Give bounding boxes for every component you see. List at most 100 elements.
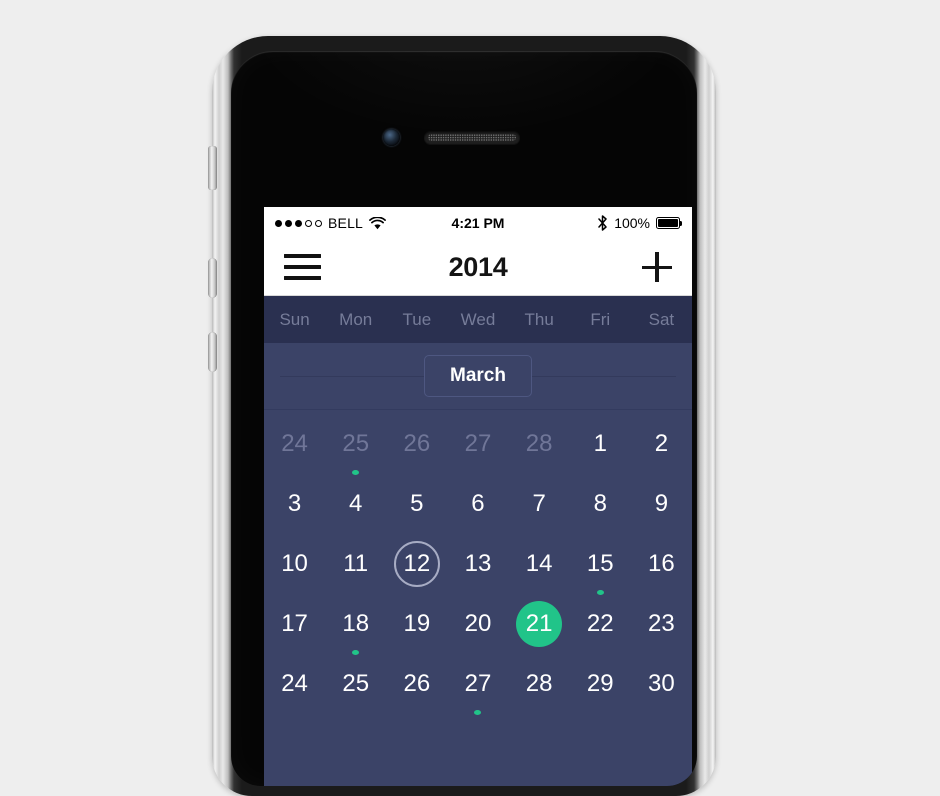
calendar-day-number: 26 bbox=[403, 430, 431, 457]
phone-front-face: BELL 4:21 PM 100% 2014 Sun Mon Tue Wed T… bbox=[231, 51, 697, 786]
calendar-day-number: 23 bbox=[648, 610, 675, 637]
calendar-day-cell[interactable]: 2 bbox=[631, 415, 692, 475]
calendar-day-number: 11 bbox=[343, 550, 369, 577]
hamburger-menu-icon[interactable] bbox=[284, 254, 321, 280]
month-label[interactable]: March bbox=[424, 355, 532, 397]
calendar-day-number: 12 bbox=[393, 541, 440, 587]
calendar-day-number: 9 bbox=[654, 490, 669, 517]
status-bar: BELL 4:21 PM 100% bbox=[264, 207, 692, 239]
calendar-week-row: 24 25 26 27 28 29 30 bbox=[264, 655, 692, 715]
calendar-day-number: 29 bbox=[586, 670, 614, 697]
calendar-day-cell[interactable]: 24 bbox=[264, 415, 325, 475]
volume-up-button[interactable] bbox=[208, 258, 217, 298]
calendar-day-cell[interactable]: 20 bbox=[447, 595, 508, 655]
wifi-icon bbox=[369, 216, 387, 229]
calendar-day-number: 28 bbox=[525, 670, 553, 697]
calendar-day-cell[interactable]: 28 bbox=[509, 655, 570, 715]
weekday-header: Sun Mon Tue Wed Thu Fri Sat bbox=[264, 296, 692, 343]
calendar-day-cell[interactable]: 29 bbox=[570, 655, 631, 715]
calendar-day-cell[interactable]: 13 bbox=[447, 535, 508, 595]
calendar-day-cell[interactable]: 14 bbox=[509, 535, 570, 595]
battery-percent-label: 100% bbox=[614, 215, 650, 231]
calendar-day-cell[interactable]: 19 bbox=[386, 595, 447, 655]
calendar-week-row: 17 18 19 20 21 22 23 bbox=[264, 595, 692, 655]
calendar-day-number: 19 bbox=[403, 610, 431, 637]
calendar-day-cell[interactable]: 30 bbox=[631, 655, 692, 715]
calendar-day-number: 22 bbox=[586, 610, 614, 637]
calendar-day-cell[interactable]: 27 bbox=[447, 415, 508, 475]
front-camera-icon bbox=[383, 129, 400, 146]
calendar-day-cell[interactable]: 15 bbox=[570, 535, 631, 595]
weekday-label-tue: Tue bbox=[402, 309, 432, 329]
calendar-day-cell[interactable]: 23 bbox=[631, 595, 692, 655]
calendar-day-number: 27 bbox=[464, 670, 492, 697]
calendar-day-number: 20 bbox=[464, 610, 492, 637]
phone-device: BELL 4:21 PM 100% 2014 Sun Mon Tue Wed T… bbox=[208, 36, 716, 796]
calendar-day-number: 25 bbox=[342, 670, 370, 697]
calendar-day-cell[interactable]: 7 bbox=[509, 475, 570, 535]
calendar-day-cell[interactable]: 5 bbox=[386, 475, 447, 535]
calendar-day-cell[interactable]: 9 bbox=[631, 475, 692, 535]
calendar-day-number: 26 bbox=[403, 670, 431, 697]
calendar-day-number: 1 bbox=[593, 430, 607, 457]
calendar-day-cell[interactable]: 11 bbox=[325, 535, 386, 595]
calendar-day-number: 30 bbox=[648, 670, 675, 697]
calendar-day-number: 3 bbox=[287, 490, 302, 517]
phone-screen: BELL 4:21 PM 100% 2014 Sun Mon Tue Wed T… bbox=[264, 207, 692, 786]
calendar-day-cell[interactable]: 17 bbox=[264, 595, 325, 655]
calendar-day-number: 10 bbox=[281, 550, 308, 577]
calendar-day-cell[interactable]: 10 bbox=[264, 535, 325, 595]
calendar-day-cell[interactable]: 8 bbox=[570, 475, 631, 535]
calendar-day-cell[interactable]: 4 bbox=[325, 475, 386, 535]
calendar-day-cell[interactable]: 12 bbox=[386, 535, 447, 595]
calendar-day-number: 5 bbox=[410, 490, 424, 517]
signal-strength-icon bbox=[275, 219, 322, 227]
calendar-day-number: 4 bbox=[349, 490, 363, 517]
calendar-week-row: 10 11 12 13 14 15 16 bbox=[264, 535, 692, 595]
calendar-day-cell[interactable]: 1 bbox=[570, 415, 631, 475]
calendar-day-number: 25 bbox=[342, 430, 370, 457]
calendar-day-cell[interactable]: 21 bbox=[509, 595, 570, 655]
weekday-label-thu: Thu bbox=[524, 309, 554, 329]
bluetooth-icon bbox=[598, 215, 607, 231]
calendar-day-grid: 24 25 26 27 28 1 2 3 4 5 6 7 8 9 10 11 12 13 14 15 16 17 18 19 2… bbox=[264, 410, 692, 715]
plus-icon[interactable] bbox=[642, 252, 672, 282]
calendar-day-cell[interactable]: 26 bbox=[386, 655, 447, 715]
calendar-day-number: 8 bbox=[593, 490, 607, 517]
calendar-day-number: 21 bbox=[516, 601, 563, 647]
calendar-day-cell[interactable]: 27 bbox=[447, 655, 508, 715]
status-bar-left: BELL bbox=[275, 215, 387, 231]
calendar-week-row: 24 25 26 27 28 1 2 bbox=[264, 415, 692, 475]
calendar-day-cell[interactable]: 22 bbox=[570, 595, 631, 655]
calendar-day-cell[interactable]: 18 bbox=[325, 595, 386, 655]
earpiece-speaker-icon bbox=[424, 131, 520, 144]
calendar-day-cell[interactable]: 26 bbox=[386, 415, 447, 475]
calendar-day-cell[interactable]: 6 bbox=[447, 475, 508, 535]
event-indicator-dot bbox=[474, 710, 482, 715]
calendar-day-cell[interactable]: 28 bbox=[509, 415, 570, 475]
calendar-day-cell[interactable]: 25 bbox=[325, 415, 386, 475]
calendar-day-number: 28 bbox=[525, 430, 553, 457]
month-strip: March bbox=[264, 343, 692, 410]
calendar-day-number: 18 bbox=[342, 610, 370, 637]
calendar-day-cell[interactable]: 16 bbox=[631, 535, 692, 595]
calendar-day-number: 6 bbox=[471, 490, 485, 517]
weekday-label-wed: Wed bbox=[460, 309, 496, 329]
weekday-label-sun: Sun bbox=[279, 309, 310, 329]
mute-switch[interactable] bbox=[208, 146, 217, 190]
calendar-day-cell[interactable]: 3 bbox=[264, 475, 325, 535]
calendar-day-number: 14 bbox=[525, 550, 553, 577]
calendar-day-cell[interactable]: 25 bbox=[325, 655, 386, 715]
calendar-day-number: 2 bbox=[654, 430, 669, 457]
volume-down-button[interactable] bbox=[208, 332, 217, 372]
battery-fill bbox=[658, 219, 678, 227]
calendar-day-number: 16 bbox=[648, 550, 675, 577]
weekday-label-fri: Fri bbox=[590, 309, 611, 329]
calendar-day-cell[interactable]: 24 bbox=[264, 655, 325, 715]
calendar-week-row: 3 4 5 6 7 8 9 bbox=[264, 475, 692, 535]
calendar-day-number: 27 bbox=[464, 430, 492, 457]
weekday-label-sat: Sat bbox=[648, 309, 675, 329]
calendar-day-number: 15 bbox=[586, 550, 614, 577]
calendar-day-number: 7 bbox=[532, 490, 546, 517]
navigation-bar: 2014 bbox=[264, 239, 692, 296]
